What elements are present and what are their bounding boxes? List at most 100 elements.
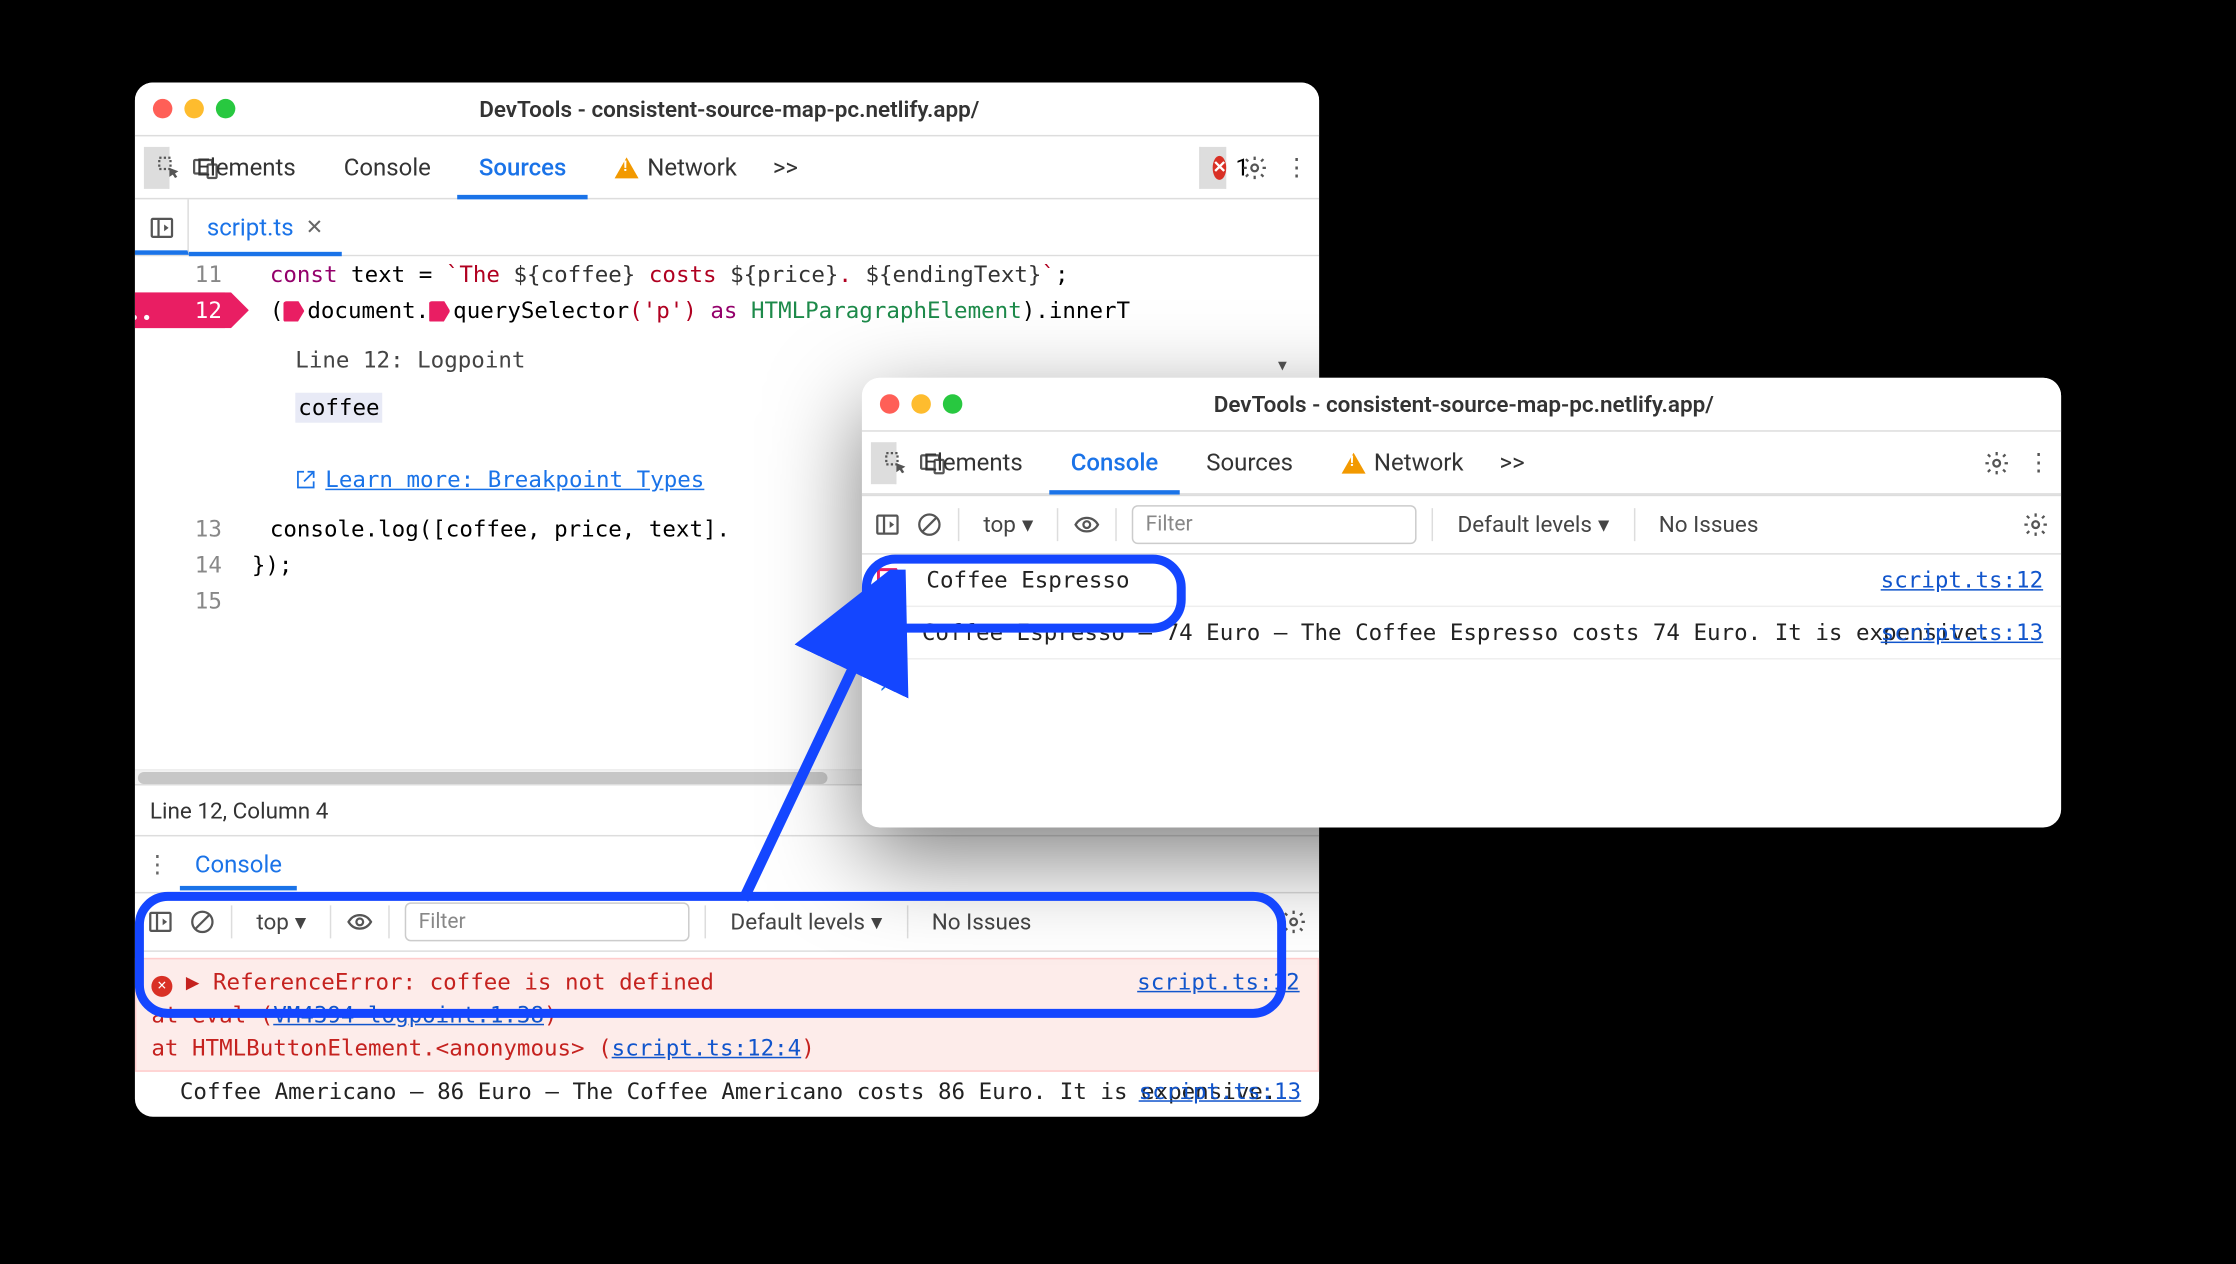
error-message: ReferenceError: coffee is not defined <box>213 968 714 995</box>
window-title: DevTools - consistent-source-map-pc.netl… <box>247 95 1211 122</box>
close-window-button[interactable] <box>880 394 899 413</box>
cursor-position: Line 12, Column 4 <box>150 797 328 824</box>
settings-gear-icon[interactable] <box>1241 154 1268 181</box>
close-tab-icon[interactable]: ✕ <box>306 215 324 239</box>
titlebar: DevTools - consistent-source-map-pc.netl… <box>135 82 1319 136</box>
filter-input[interactable]: Filter <box>1132 505 1417 544</box>
devtools-window-2: DevTools - consistent-source-map-pc.netl… <box>862 378 2061 828</box>
log-text: Coffee Americano – 86 Euro – The Coffee … <box>180 1078 1277 1105</box>
log-source-link[interactable]: script.ts:13 <box>1139 1075 1301 1108</box>
log-levels-selector[interactable]: Default levels ▾ <box>1448 511 1618 538</box>
error-icon: ✕ <box>151 976 172 997</box>
console-output: ✕ ▶ ReferenceError: coffee is not define… <box>135 952 1319 1117</box>
kebab-menu-icon[interactable]: ⋮ <box>1283 154 1310 181</box>
tabs-overflow[interactable]: >> <box>764 136 807 199</box>
issues-label[interactable]: No Issues <box>1650 511 1768 538</box>
line-number[interactable]: 11 <box>135 256 240 292</box>
file-tabs: script.ts ✕ <box>135 199 1319 256</box>
warning-icon <box>614 157 638 178</box>
tab-console[interactable]: Console <box>1050 431 1179 494</box>
tab-network[interactable]: Network <box>1320 431 1485 494</box>
logpoint-source-link[interactable]: script.ts:12 <box>1881 564 2043 597</box>
logpoint-header-text: Line 12: Logpoint <box>295 342 525 378</box>
clear-console-icon[interactable] <box>189 908 216 935</box>
issues-label[interactable]: No Issues <box>923 908 1041 935</box>
tab-sources[interactable]: Sources <box>1185 431 1314 494</box>
drawer-tab-console[interactable]: Console <box>180 838 297 890</box>
file-tab-name: script.ts <box>207 213 294 241</box>
minimize-window-button[interactable] <box>911 394 930 413</box>
tab-network-label: Network <box>647 153 737 181</box>
close-window-button[interactable] <box>153 99 172 118</box>
file-tab-script-ts[interactable]: script.ts ✕ <box>189 199 341 256</box>
stack-line-3: at HTMLButtonElement.<anonymous> (script… <box>151 1034 814 1061</box>
stack-link-vm[interactable]: VM4394 logpoint:1:38 <box>273 1001 544 1028</box>
scrollbar-thumb[interactable] <box>138 772 828 784</box>
tab-elements[interactable]: Elements <box>902 431 1043 494</box>
log-levels-selector[interactable]: Default levels ▾ <box>721 908 891 935</box>
console-toolbar: top ▾ Filter Default levels ▾ No Issues <box>862 495 2061 555</box>
external-link-icon <box>295 469 316 490</box>
code-line-14: }); <box>240 547 293 583</box>
chevron-down-icon: ▾ <box>871 908 882 935</box>
console-toolbar: top ▾ Filter Default levels ▾ No Issues <box>135 892 1319 952</box>
toggle-sidebar-icon[interactable] <box>147 908 174 935</box>
code-line-11: const text = `The ${coffee} costs ${pric… <box>240 256 1069 292</box>
minimize-window-button[interactable] <box>184 99 203 118</box>
zoom-window-button[interactable] <box>216 99 235 118</box>
context-selector[interactable]: top ▾ <box>247 908 315 935</box>
live-expression-icon[interactable] <box>1074 511 1101 538</box>
log-source-link[interactable]: script.ts:13 <box>1881 616 2043 649</box>
context-selector[interactable]: top ▾ <box>974 511 1042 538</box>
log-text: Coffee Espresso – 74 Euro – The Coffee E… <box>922 619 1991 646</box>
tabs-overflow[interactable]: >> <box>1491 431 1534 494</box>
filter-placeholder: Filter <box>1146 513 1193 537</box>
expand-icon[interactable]: ▶ <box>186 965 200 998</box>
chevron-down-icon: ▾ <box>295 908 306 935</box>
inline-breakpoint-icon[interactable] <box>429 301 450 322</box>
line-number[interactable]: 15 <box>135 583 240 619</box>
console-output: Coffee Espresso script.ts:12 Coffee Espr… <box>862 555 2061 711</box>
console-settings-gear-icon[interactable] <box>2022 511 2049 538</box>
main-tabs: Elements Console Sources Network >> ✕ 1 … <box>135 136 1319 199</box>
line-number[interactable]: 13 <box>135 511 240 547</box>
drawer-menu-icon[interactable]: ⋮ <box>135 850 180 878</box>
show-navigator-icon[interactable] <box>135 199 189 254</box>
logpoint-badge-icon <box>877 567 904 594</box>
main-tabs: Elements Console Sources Network >> ⋮ <box>862 432 2061 495</box>
console-log-row[interactable]: Coffee Americano – 86 Euro – The Coffee … <box>135 1072 1319 1111</box>
chevron-down-icon: ▾ <box>1598 511 1609 538</box>
filter-input[interactable]: Filter <box>405 902 690 941</box>
error-badge[interactable]: ✕ 1 <box>1199 146 1226 188</box>
tab-network[interactable]: Network <box>593 136 758 199</box>
warning-icon <box>1341 452 1365 473</box>
line-number-breakpoint[interactable]: ••12 <box>135 292 240 328</box>
titlebar: DevTools - consistent-source-map-pc.netl… <box>862 378 2061 432</box>
toggle-sidebar-icon[interactable] <box>874 511 901 538</box>
kebab-menu-icon[interactable]: ⋮ <box>2025 449 2052 476</box>
settings-gear-icon[interactable] <box>1983 449 2010 476</box>
logpoint-type-dropdown-icon[interactable]: ▾ <box>1276 346 1303 373</box>
console-error-row[interactable]: ✕ ▶ ReferenceError: coffee is not define… <box>135 958 1319 1072</box>
live-expression-icon[interactable] <box>347 908 374 935</box>
log-levels-label: Default levels <box>730 908 865 935</box>
error-source-link[interactable]: script.ts:12 <box>1137 965 1299 998</box>
line-number[interactable]: 14 <box>135 547 240 583</box>
console-logpoint-row[interactable]: Coffee Espresso script.ts:12 <box>862 555 2061 607</box>
log-levels-label: Default levels <box>1457 511 1592 538</box>
tab-sources[interactable]: Sources <box>458 136 587 199</box>
clear-console-icon[interactable] <box>916 511 943 538</box>
zoom-window-button[interactable] <box>943 394 962 413</box>
inline-breakpoint-icon[interactable] <box>283 301 304 322</box>
logpoint-text: Coffee Espresso <box>926 567 1129 594</box>
tab-elements[interactable]: Elements <box>175 136 316 199</box>
console-settings-gear-icon[interactable] <box>1280 908 1307 935</box>
code-line-12: (document.querySelector('p') as HTMLPara… <box>240 292 1130 328</box>
stack-link-script[interactable]: script.ts:12:4 <box>612 1034 802 1061</box>
console-prompt-icon[interactable]: › <box>862 660 2061 711</box>
window-title: DevTools - consistent-source-map-pc.netl… <box>974 390 1953 417</box>
console-log-row[interactable]: Coffee Espresso – 74 Euro – The Coffee E… <box>862 607 2061 659</box>
stack-line-2: at eval (VM4394 logpoint:1:38) <box>151 1001 557 1028</box>
tab-console[interactable]: Console <box>323 136 452 199</box>
code-line-13: console.log([coffee, price, text]. <box>240 511 730 547</box>
